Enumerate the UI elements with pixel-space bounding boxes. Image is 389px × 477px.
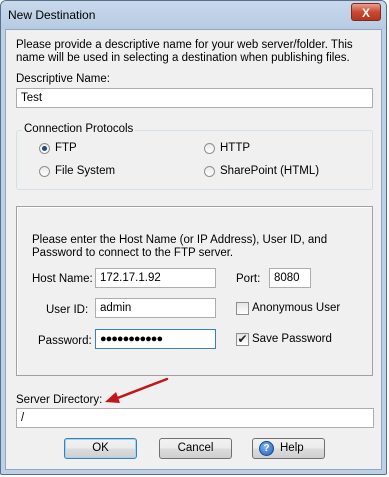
descriptive-name-input[interactable]: Test xyxy=(16,88,373,108)
dialog-body: Please provide a descriptive name for yo… xyxy=(5,29,382,470)
intro-text: Please provide a descriptive name for yo… xyxy=(16,39,353,64)
radio-http[interactable]: HTTP xyxy=(204,142,314,156)
radio-http-label: HTTP xyxy=(220,142,251,154)
save-password-label: Save Password xyxy=(252,333,332,345)
checkmark-icon: ✔ xyxy=(237,332,248,346)
radio-http-circle[interactable] xyxy=(204,143,215,154)
port-input[interactable]: 8080 xyxy=(269,268,311,288)
radio-sharepoint-circle[interactable] xyxy=(204,166,215,177)
radio-file-system[interactable]: File System xyxy=(39,165,149,179)
server-directory-input[interactable]: / xyxy=(16,408,374,428)
host-instructions: Please enter the Host Name (or IP Addres… xyxy=(32,234,328,259)
cancel-button[interactable]: Cancel xyxy=(159,438,232,459)
radio-sharepoint[interactable]: SharePoint (HTML) xyxy=(204,165,344,179)
anonymous-user-label: Anonymous User xyxy=(252,302,341,314)
anonymous-user-checkbox[interactable]: Anonymous User xyxy=(236,302,346,316)
title-bar[interactable]: New Destination X xyxy=(1,1,386,29)
dialog-window: New Destination X Please provide a descr… xyxy=(0,0,387,475)
ok-button[interactable]: OK xyxy=(64,438,137,459)
radio-file-system-circle[interactable] xyxy=(39,166,50,177)
radio-ftp[interactable]: FTP xyxy=(39,142,149,156)
window-title: New Destination xyxy=(8,8,96,22)
port-label: Port: xyxy=(236,273,261,285)
radio-selected-dot xyxy=(42,146,47,151)
annotation-arrow-icon xyxy=(105,377,169,403)
password-label: Password: xyxy=(38,335,92,347)
host-name-label: Host Name: xyxy=(32,273,93,285)
radio-file-system-label: File System xyxy=(55,165,116,177)
close-button[interactable]: X xyxy=(351,3,381,21)
anonymous-user-box[interactable] xyxy=(236,302,249,315)
connection-protocols-group xyxy=(16,130,373,190)
server-directory-label: Server Directory: xyxy=(16,394,103,406)
connection-protocols-legend: Connection Protocols xyxy=(22,123,136,135)
save-password-checkbox[interactable]: ✔ Save Password xyxy=(236,332,346,347)
radio-ftp-circle[interactable] xyxy=(39,143,50,154)
help-button[interactable]: ? Help xyxy=(252,438,325,459)
radio-ftp-label: FTP xyxy=(55,142,77,154)
password-input[interactable]: ●●●●●●●●●●● xyxy=(95,329,216,349)
user-id-label: User ID: xyxy=(46,304,89,316)
help-button-label: Help xyxy=(280,442,304,454)
ftp-connection-panel: Please enter the Host Name (or IP Addres… xyxy=(16,206,373,376)
save-password-box[interactable]: ✔ xyxy=(236,332,249,346)
host-name-input[interactable]: 172.17.1.92 xyxy=(95,268,216,288)
radio-sharepoint-label: SharePoint (HTML) xyxy=(220,165,320,177)
descriptive-name-label: Descriptive Name: xyxy=(16,73,110,85)
help-icon: ? xyxy=(259,441,274,456)
user-id-input[interactable]: admin xyxy=(95,298,216,318)
